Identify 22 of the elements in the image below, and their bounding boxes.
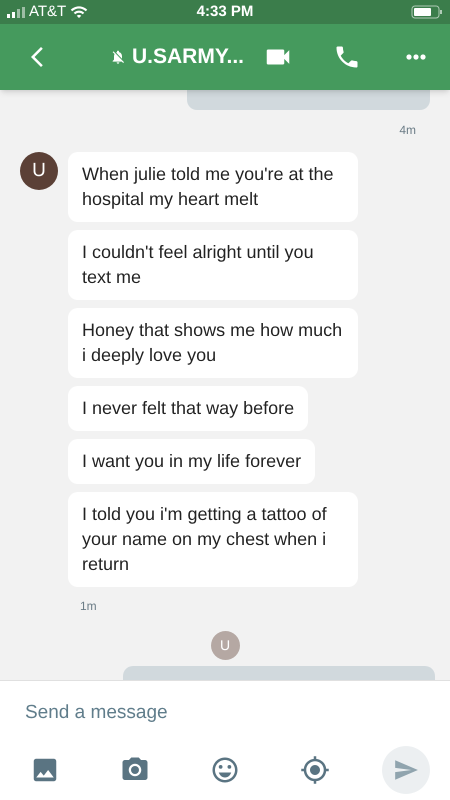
carrier-name: AT&T <box>29 2 66 22</box>
send-button[interactable] <box>382 746 430 794</box>
signal-icon <box>7 6 25 18</box>
contact-avatar: U <box>20 152 58 190</box>
received-message-bubble: Honey that shows me how much i deeply love you <box>68 308 358 378</box>
location-icon <box>300 754 330 784</box>
received-message-bubble: I couldn't feel alright until you text me <box>68 230 358 300</box>
contact-name[interactable]: U.SARMY... <box>132 41 244 73</box>
battery-icon <box>411 5 444 19</box>
message-time: 1m <box>80 598 97 615</box>
more-button[interactable] <box>406 54 426 60</box>
sticker-button[interactable] <box>210 754 240 784</box>
more-icon <box>406 54 426 60</box>
clock-time: 4:33 PM <box>196 2 254 22</box>
read-receipt-avatar: U <box>210 631 240 660</box>
message-time: 4m <box>399 122 416 139</box>
received-message-bubble: I want you in my life forever <box>68 439 316 484</box>
sticker-icon <box>210 754 240 784</box>
received-message-bubble: I told you i'm getting a tattoo of your name on my chest when i return <box>68 492 358 587</box>
received-message-bubble: When julie told me you're at the hospital my heart melt <box>68 152 358 222</box>
received-message-bubble: I never felt that way before <box>68 386 308 431</box>
location-button[interactable] <box>300 754 330 784</box>
